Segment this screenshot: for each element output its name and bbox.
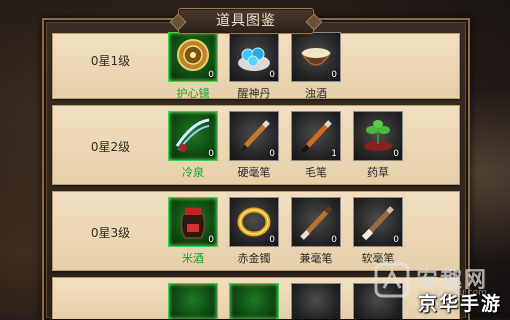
item-slot-mb[interactable]: 1 毛笔 (291, 111, 343, 180)
item-cell[interactable] (291, 283, 341, 319)
item-slot-zj[interactable]: 0 浊酒 (291, 32, 343, 101)
item-count: 0 (269, 235, 275, 245)
item-cell[interactable]: 0 (291, 197, 341, 247)
item-slot-jhb[interactable]: 0 兼毫笔 (291, 197, 343, 266)
item-cell[interactable]: 1 (291, 111, 341, 161)
tier-row-2: 0星2级 0 冷泉 0 硬毫笔 1 毛笔 0 药草 (52, 105, 460, 185)
item-slot-rhb[interactable]: 0 软毫笔 (353, 197, 405, 266)
item-count: 0 (208, 149, 214, 159)
item-cell[interactable] (229, 283, 279, 319)
item-name: 赤金镯 (237, 252, 271, 265)
item-count: 0 (331, 235, 337, 245)
item-cell[interactable]: 0 (229, 197, 279, 247)
item-slot-hxj[interactable]: 0 护心镜 (168, 32, 220, 101)
item-name: 冷泉 (182, 166, 204, 179)
item-slot-yhb[interactable]: 0 硬毫笔 (229, 111, 281, 180)
tier-row-3: 0星3级 0 米酒 0 赤金镯 0 兼毫笔 0 软毫笔 (52, 191, 460, 271)
item-count: 0 (208, 235, 214, 245)
item-slot-cjz[interactable]: 0 赤金镯 (229, 197, 281, 266)
item-count: 0 (208, 70, 214, 80)
item-slot-partial[interactable] (291, 283, 343, 319)
item-name: 醒神丹 (237, 87, 271, 100)
item-cell[interactable]: 0 (168, 32, 218, 82)
item-slot-partial[interactable] (229, 283, 281, 319)
item-name: 药草 (367, 166, 389, 179)
item-count: 0 (393, 235, 399, 245)
tier-label: 0星1级 (90, 54, 131, 68)
tier-row-1: 0星1级 0 护心镜 0 醒神丹 0 浊酒 (52, 32, 460, 101)
item-cell[interactable]: 0 (229, 32, 279, 82)
item-slot-yc[interactable]: 0 药草 (353, 111, 405, 180)
item-name: 浊酒 (305, 87, 327, 100)
item-name: 护心镜 (176, 87, 210, 100)
item-count: 1 (331, 149, 337, 159)
item-cell[interactable]: 0 (291, 32, 341, 82)
item-count: 0 (269, 70, 275, 80)
item-count: 0 (269, 149, 275, 159)
item-cell[interactable]: 0 (353, 197, 403, 247)
item-cell[interactable]: 0 (229, 111, 279, 161)
tier-label: 0星3级 (90, 226, 131, 240)
item-name: 硬毫笔 (237, 166, 271, 179)
item-name: 毛笔 (305, 166, 327, 179)
item-name: 米酒 (182, 252, 204, 265)
item-cell[interactable] (168, 283, 218, 319)
brand-watermark: 京华手游 (417, 293, 502, 315)
item-cell[interactable]: 0 (168, 197, 218, 247)
item-cell[interactable]: 0 (168, 111, 218, 161)
panel-title: 道具图鉴 (178, 8, 314, 34)
tier-label: 0星2级 (90, 140, 131, 154)
watermark-logo-icon (374, 262, 410, 298)
item-slot-partial[interactable] (168, 283, 220, 319)
item-cell[interactable]: 0 (353, 111, 403, 161)
item-slot-xsd[interactable]: 0 醒神丹 (229, 32, 281, 101)
item-name: 兼毫笔 (299, 252, 333, 265)
item-slot-lq[interactable]: 0 冷泉 (168, 111, 220, 180)
item-count: 0 (393, 149, 399, 159)
item-slot-mj[interactable]: 0 米酒 (168, 197, 220, 266)
item-count: 0 (331, 70, 337, 80)
